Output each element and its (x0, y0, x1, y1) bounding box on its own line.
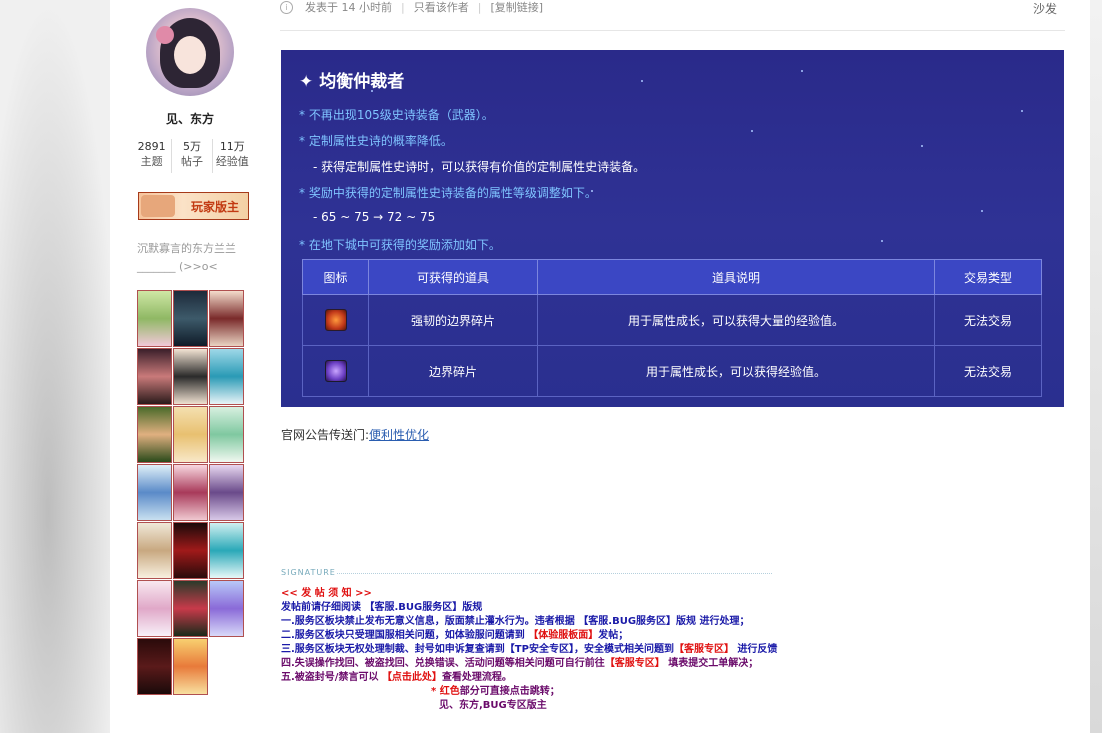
medal[interactable] (137, 290, 172, 347)
stat-exp: 11万 经验值 (215, 140, 249, 168)
post-panel: 见、东方 2891 主题 5万 帖子 11万 经验值 玩家版主 沉默寡言的东方兰… (110, 0, 1090, 733)
sig-rule-2: 二.服务区板块只受理国服相关问题，如体验服问题请到 【体验服板面】发帖； (281, 630, 629, 641)
tough-boundary-fragment-icon (324, 309, 347, 331)
notice-line: * 奖励中获得的定制属性史诗装备的属性等级调整如下。 (299, 186, 597, 200)
medal[interactable] (137, 638, 172, 695)
author-sidebar: 见、东方 2891 主题 5万 帖子 11万 经验值 玩家版主 沉默寡言的东方兰… (110, 0, 270, 733)
medal[interactable] (209, 406, 244, 463)
notice-line: * 在地下城中可获得的奖励添加如下。 (299, 238, 501, 252)
notice-line: * 不再出现105级史诗装备（武器）。 (299, 108, 494, 122)
sig-rule-4: 四.失误操作找回、被盗找回、兑换错误、活动问题等相关问题可自行前往【客服专区】 … (281, 658, 759, 669)
sig-rule-3: 三.服务区板块无权处理制裁、封号如申诉复查请到【TP安全专区】，安全模式相关问题… (281, 644, 778, 655)
sparkle-icon: ✦ (299, 72, 314, 92)
medal[interactable] (173, 348, 208, 405)
medal[interactable] (137, 406, 172, 463)
stat-posts[interactable]: 5万 帖子 (172, 139, 213, 173)
notice-line: - 65 ~ 75 → 72 ~ 75 (313, 210, 436, 224)
medal[interactable] (137, 348, 172, 405)
col-trade: 交易类型 (934, 259, 1042, 295)
avatar[interactable] (146, 8, 234, 96)
support-zone-link[interactable]: 【客服专区】 (674, 644, 734, 655)
notice-line: - 获得定制属性史诗时，可以获得有价值的定制属性史诗装备。 (313, 160, 646, 174)
notice-title: ✦ 均衡仲裁者 (299, 72, 405, 92)
sig-rule-1: 一.服务区板块禁止发布无意义信息，版面禁止灌水行为。违者根据 【客服.BUG服务… (281, 616, 750, 627)
col-desc: 道具说明 (537, 259, 935, 295)
item-desc: 用于属性成长，可以获得经验值。 (537, 345, 935, 397)
author-only-link[interactable]: 只看该作者 (414, 0, 469, 15)
copy-link[interactable]: [复制链接] (490, 0, 543, 15)
table-header-row: 图标 可获得的道具 道具说明 交易类型 (302, 259, 1042, 295)
item-trade: 无法交易 (934, 294, 1042, 346)
medal[interactable] (173, 464, 208, 521)
floor-label[interactable]: 沙发 (1033, 0, 1057, 17)
background-art (0, 0, 120, 733)
medal[interactable] (137, 580, 172, 637)
medal[interactable] (173, 638, 208, 695)
col-icon: 图标 (302, 259, 369, 295)
author-name[interactable]: 见、东方 (110, 110, 270, 127)
medal[interactable] (209, 522, 244, 579)
moderator-badge: 玩家版主 (138, 192, 249, 220)
signature-divider (337, 573, 772, 574)
medal[interactable] (137, 522, 172, 579)
boundary-fragment-icon (324, 360, 347, 382)
divider (280, 30, 1065, 31)
sig-footer: 见、东方,BUG专区版主 (439, 700, 547, 711)
table-row: 边界碎片 用于属性成长，可以获得经验值。 无法交易 (302, 345, 1042, 397)
medal[interactable] (173, 406, 208, 463)
medal[interactable] (137, 464, 172, 521)
medal-grid (137, 290, 245, 696)
beta-server-link[interactable]: 【体验服板面】 (528, 630, 598, 641)
sig-intro: 发帖前请仔细阅读 【客服.BUG服务区】版规 (281, 602, 483, 613)
item-desc: 用于属性成长，可以获得大量的经验值。 (537, 294, 935, 346)
info-icon: i (280, 0, 293, 14)
convenience-optimization-link[interactable]: 便利性优化 (369, 428, 429, 442)
author-signature: 沉默寡言的东方兰兰 _______ (>>o< (137, 242, 236, 273)
background-edge (1090, 0, 1102, 733)
click-here-link[interactable]: 【点击此处】 (382, 672, 442, 683)
notice-line: * 定制属性史诗的概率降低。 (299, 134, 453, 148)
reward-table: 图标 可获得的道具 道具说明 交易类型 强韧的边界碎片 用于属性成长，可以获得大… (302, 259, 1042, 397)
medal[interactable] (173, 522, 208, 579)
official-notice-link: 官网公告传送门:便利性优化 (281, 428, 430, 442)
item-trade: 无法交易 (934, 345, 1042, 397)
table-row: 强韧的边界碎片 用于属性成长，可以获得大量的经验值。 无法交易 (302, 294, 1042, 346)
medal[interactable] (209, 464, 244, 521)
sig-heading: << 发 帖 须 知 >> (281, 588, 372, 599)
forum-signature: << 发 帖 须 知 >> 发帖前请仔细阅读 【客服.BUG服务区】版规 一.服… (281, 587, 881, 713)
sig-rule-5: 五.被盗封号/禁言可以 【点击此处】查看处理流程。 (281, 672, 512, 683)
medal[interactable] (209, 348, 244, 405)
item-name: 边界碎片 (368, 345, 538, 397)
medal[interactable] (209, 580, 244, 637)
signature-label: SIGNATURE (281, 568, 336, 577)
item-name: 强韧的边界碎片 (368, 294, 538, 346)
stat-topics[interactable]: 2891 主题 (132, 139, 173, 173)
medal[interactable] (209, 290, 244, 347)
patch-notice-panel: ✦ 均衡仲裁者 * 不再出现105级史诗装备（武器）。 * 定制属性史诗的概率降低… (281, 50, 1064, 407)
col-item: 可获得的道具 (368, 259, 538, 295)
sig-note: * 红色部分可直接点击跳转； (431, 686, 560, 697)
medal[interactable] (173, 580, 208, 637)
medal[interactable] (173, 290, 208, 347)
post-meta-bar: i 发表于 14 小时前 | 只看该作者 | [复制链接] 沙发 (280, 0, 1065, 17)
support-zone-link-2[interactable]: 【客服专区】 (605, 658, 665, 669)
post-time: 发表于 14 小时前 (305, 1, 392, 14)
author-stats: 2891 主题 5万 帖子 11万 经验值 (132, 139, 252, 173)
